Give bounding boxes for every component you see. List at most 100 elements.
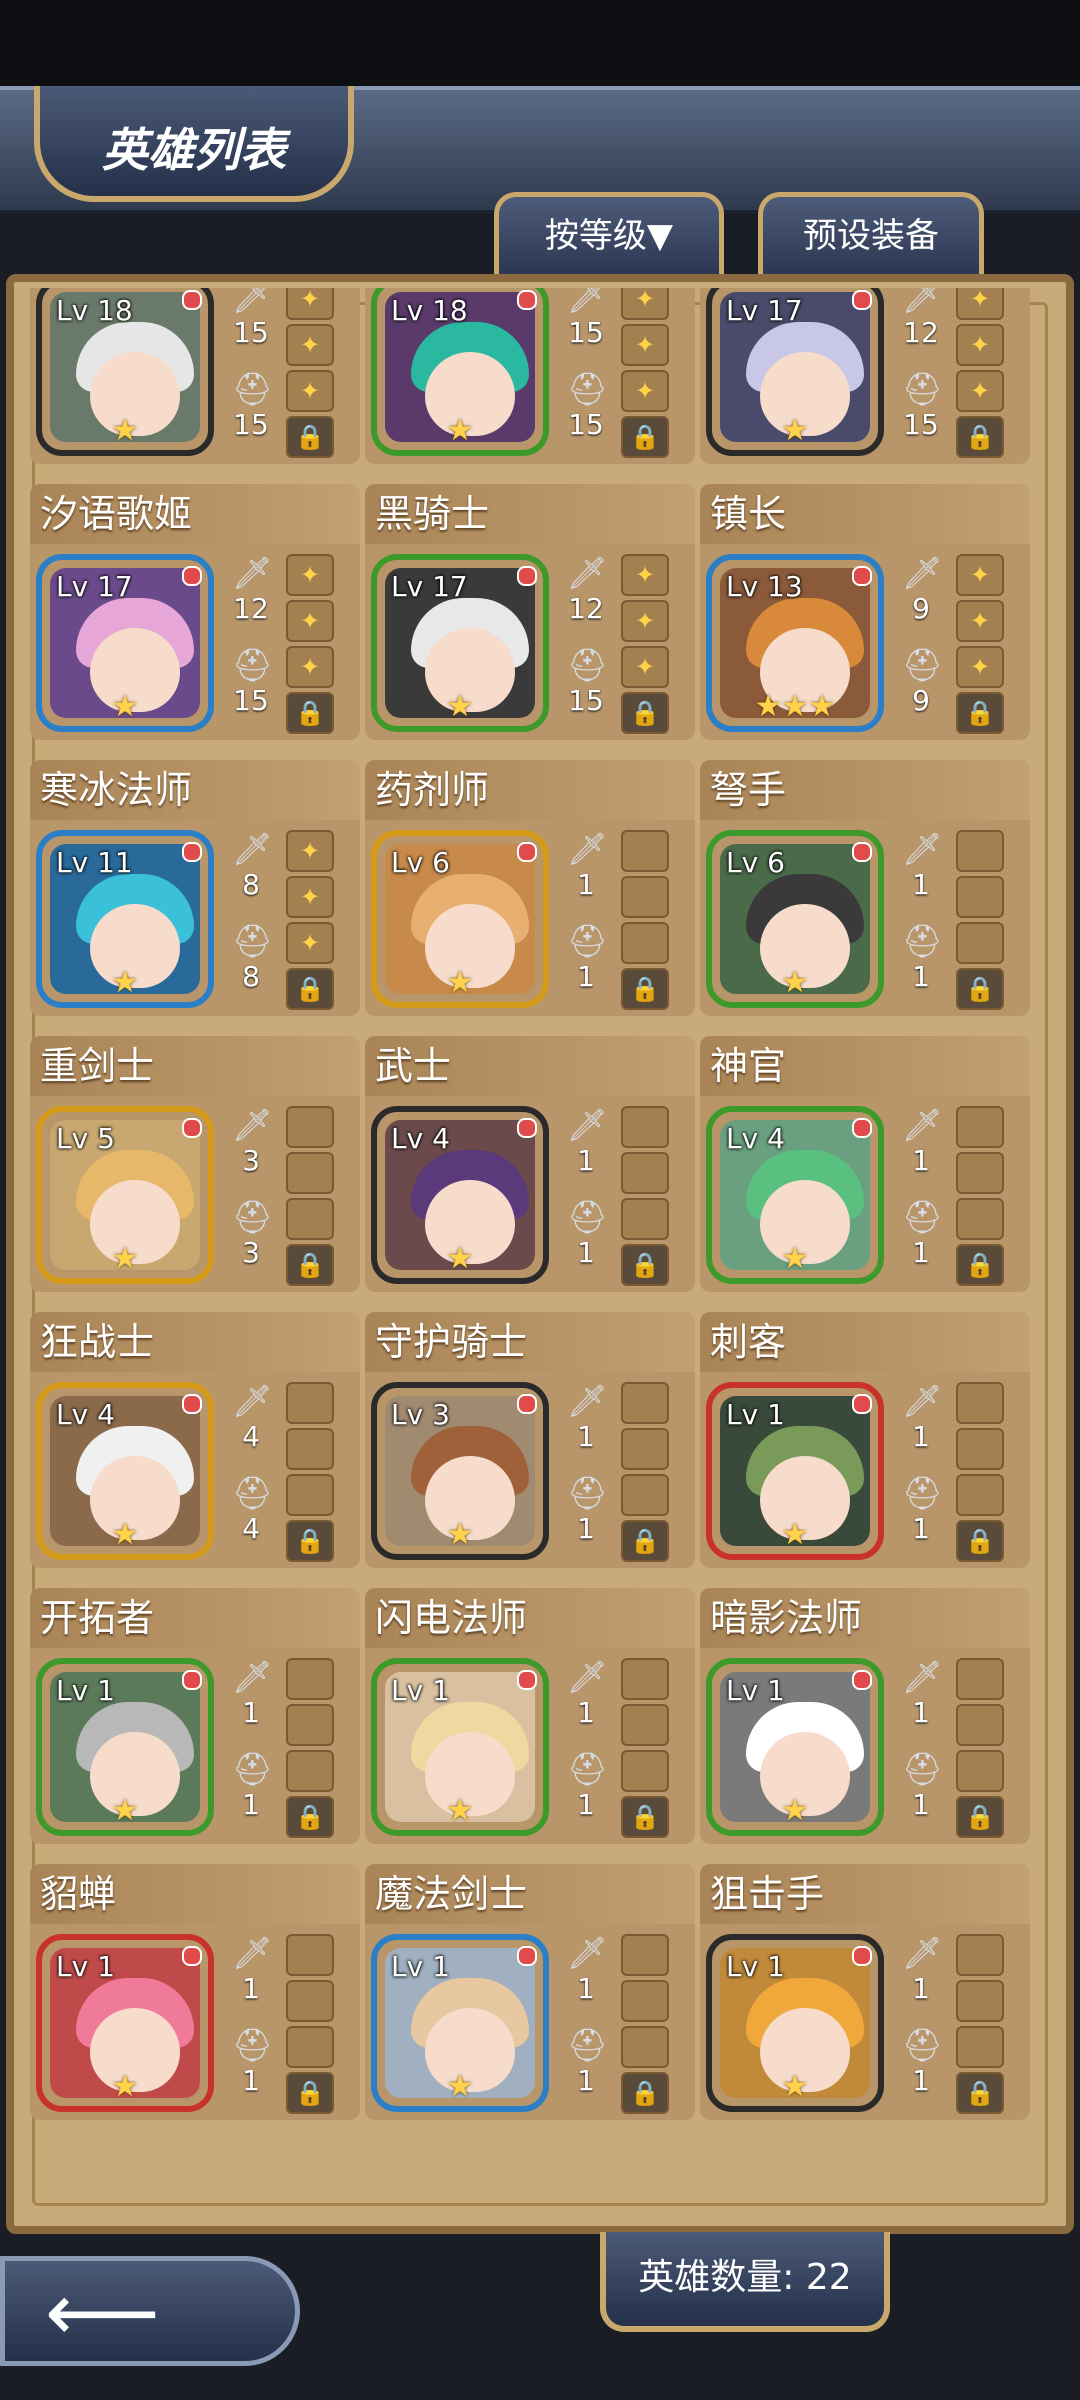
hero-card[interactable]: Lv 17 ★ 🗡 12 ⛑ 15 ✦ ✦ ✦ 🔒 — [700, 288, 1030, 466]
hero-card[interactable]: 貂蝉 Lv 1 ★ 🗡 1 ⛑ 1 🔒 — [30, 1864, 360, 2122]
equipment-slot[interactable] — [621, 1750, 669, 1792]
equipment-slot[interactable]: ✦ — [621, 324, 669, 366]
hero-card[interactable]: 闪电法师 Lv 1 ★ 🗡 1 ⛑ 1 🔒 — [365, 1588, 695, 1846]
hero-card[interactable]: 镇长 Lv 13 ★★★ 🗡 9 ⛑ 9 ✦ ✦ ✦ 🔒 — [700, 484, 1030, 742]
hero-card[interactable]: 神官 Lv 4 ★ 🗡 1 ⛑ 1 🔒 — [700, 1036, 1030, 1294]
lock-icon[interactable]: 🔒 — [956, 416, 1004, 458]
lock-icon[interactable]: 🔒 — [286, 1244, 334, 1286]
lock-icon[interactable]: 🔒 — [286, 2072, 334, 2114]
hero-portrait[interactable]: Lv 1 ★ — [36, 1934, 214, 2112]
equipment-slot[interactable] — [621, 1934, 669, 1976]
lock-icon[interactable]: 🔒 — [956, 1796, 1004, 1838]
equipment-slot[interactable] — [956, 1428, 1004, 1470]
equipment-slot[interactable] — [956, 1198, 1004, 1240]
hero-card[interactable]: 汐语歌姬 Lv 17 ★ 🗡 12 ⛑ 15 ✦ ✦ ✦ 🔒 — [30, 484, 360, 742]
hero-portrait[interactable]: Lv 1 ★ — [706, 1934, 884, 2112]
equipment-slot[interactable]: ✦ — [286, 830, 334, 872]
equipment-slot[interactable] — [621, 922, 669, 964]
hero-portrait[interactable]: Lv 6 ★ — [371, 830, 549, 1008]
hero-portrait[interactable]: Lv 18 ★ — [371, 288, 549, 456]
equipment-slot[interactable] — [956, 876, 1004, 918]
equipment-slot[interactable] — [286, 1152, 334, 1194]
lock-icon[interactable]: 🔒 — [956, 1244, 1004, 1286]
lock-icon[interactable]: 🔒 — [956, 2072, 1004, 2114]
hero-card[interactable]: 药剂师 Lv 6 ★ 🗡 1 ⛑ 1 🔒 — [365, 760, 695, 1018]
equipment-slot[interactable] — [286, 1428, 334, 1470]
hero-card[interactable]: 开拓者 Lv 1 ★ 🗡 1 ⛑ 1 🔒 — [30, 1588, 360, 1846]
hero-portrait[interactable]: Lv 4 ★ — [36, 1382, 214, 1560]
equipment-slot[interactable] — [621, 876, 669, 918]
equipment-slot[interactable]: ✦ — [956, 554, 1004, 596]
hero-portrait[interactable]: Lv 1 ★ — [371, 1658, 549, 1836]
hero-portrait[interactable]: Lv 5 ★ — [36, 1106, 214, 1284]
lock-icon[interactable]: 🔒 — [286, 968, 334, 1010]
equipment-slot[interactable]: ✦ — [286, 876, 334, 918]
equipment-slot[interactable] — [621, 1152, 669, 1194]
hero-portrait[interactable]: Lv 1 ★ — [706, 1382, 884, 1560]
hero-card[interactable]: 黑骑士 Lv 17 ★ 🗡 12 ⛑ 15 ✦ ✦ ✦ 🔒 — [365, 484, 695, 742]
equipment-slot[interactable]: ✦ — [286, 288, 334, 320]
equipment-slot[interactable] — [956, 1750, 1004, 1792]
equipment-slot[interactable]: ✦ — [286, 600, 334, 642]
equipment-slot[interactable] — [286, 1382, 334, 1424]
hero-card[interactable]: 刺客 Lv 1 ★ 🗡 1 ⛑ 1 🔒 — [700, 1312, 1030, 1570]
equipment-slot[interactable] — [956, 1658, 1004, 1700]
equipment-slot[interactable] — [286, 1750, 334, 1792]
equipment-slot[interactable] — [956, 1980, 1004, 2022]
sort-by-level-button[interactable]: 按等级▼ — [494, 192, 724, 276]
equipment-slot[interactable]: ✦ — [286, 646, 334, 688]
equipment-slot[interactable] — [956, 1106, 1004, 1148]
lock-icon[interactable]: 🔒 — [621, 2072, 669, 2114]
equipment-slot[interactable]: ✦ — [956, 288, 1004, 320]
equipment-slot[interactable]: ✦ — [286, 324, 334, 366]
lock-icon[interactable]: 🔒 — [286, 1796, 334, 1838]
equipment-slot[interactable]: ✦ — [956, 324, 1004, 366]
equipment-slot[interactable] — [286, 1474, 334, 1516]
equipment-slot[interactable] — [956, 1704, 1004, 1746]
equipment-slot[interactable] — [286, 1198, 334, 1240]
lock-icon[interactable]: 🔒 — [286, 1520, 334, 1562]
equipment-slot[interactable] — [956, 1474, 1004, 1516]
equipment-slot[interactable] — [621, 2026, 669, 2068]
hero-card[interactable]: Lv 18 ★ 🗡 15 ⛑ 15 ✦ ✦ ✦ 🔒 — [365, 288, 695, 466]
equipment-slot[interactable] — [621, 1382, 669, 1424]
equipment-slot[interactable]: ✦ — [286, 554, 334, 596]
back-button[interactable]: ⟵ — [0, 2256, 300, 2366]
equipment-slot[interactable]: ✦ — [621, 370, 669, 412]
equipment-slot[interactable]: ✦ — [621, 600, 669, 642]
equipment-slot[interactable] — [956, 1382, 1004, 1424]
equipment-slot[interactable] — [621, 1980, 669, 2022]
equipment-slot[interactable]: ✦ — [621, 554, 669, 596]
preset-equipment-button[interactable]: 预设装备 — [758, 192, 984, 276]
lock-icon[interactable]: 🔒 — [621, 416, 669, 458]
lock-icon[interactable]: 🔒 — [286, 692, 334, 734]
hero-card[interactable]: 狙击手 Lv 1 ★ 🗡 1 ⛑ 1 🔒 — [700, 1864, 1030, 2122]
equipment-slot[interactable]: ✦ — [621, 288, 669, 320]
hero-portrait[interactable]: Lv 4 ★ — [371, 1106, 549, 1284]
hero-portrait[interactable]: Lv 1 ★ — [36, 1658, 214, 1836]
lock-icon[interactable]: 🔒 — [956, 968, 1004, 1010]
equipment-slot[interactable] — [956, 1934, 1004, 1976]
hero-portrait[interactable]: Lv 11 ★ — [36, 830, 214, 1008]
equipment-slot[interactable] — [621, 1474, 669, 1516]
hero-portrait[interactable]: Lv 17 ★ — [706, 288, 884, 456]
equipment-slot[interactable] — [621, 1704, 669, 1746]
equipment-slot[interactable] — [956, 2026, 1004, 2068]
lock-icon[interactable]: 🔒 — [956, 1520, 1004, 1562]
hero-card[interactable]: 寒冰法师 Lv 11 ★ 🗡 8 ⛑ 8 ✦ ✦ ✦ 🔒 — [30, 760, 360, 1018]
hero-card[interactable]: 暗影法师 Lv 1 ★ 🗡 1 ⛑ 1 🔒 — [700, 1588, 1030, 1846]
equipment-slot[interactable]: ✦ — [286, 922, 334, 964]
equipment-slot[interactable] — [956, 830, 1004, 872]
equipment-slot[interactable] — [621, 1658, 669, 1700]
lock-icon[interactable]: 🔒 — [621, 1796, 669, 1838]
equipment-slot[interactable]: ✦ — [956, 646, 1004, 688]
equipment-slot[interactable] — [286, 1704, 334, 1746]
hero-card[interactable]: 重剑士 Lv 5 ★ 🗡 3 ⛑ 3 🔒 — [30, 1036, 360, 1294]
equipment-slot[interactable] — [286, 2026, 334, 2068]
equipment-slot[interactable] — [621, 1428, 669, 1470]
hero-portrait[interactable]: Lv 17 ★ — [371, 554, 549, 732]
equipment-slot[interactable] — [621, 1106, 669, 1148]
equipment-slot[interactable]: ✦ — [956, 370, 1004, 412]
equipment-slot[interactable] — [286, 1934, 334, 1976]
equipment-slot[interactable]: ✦ — [286, 370, 334, 412]
